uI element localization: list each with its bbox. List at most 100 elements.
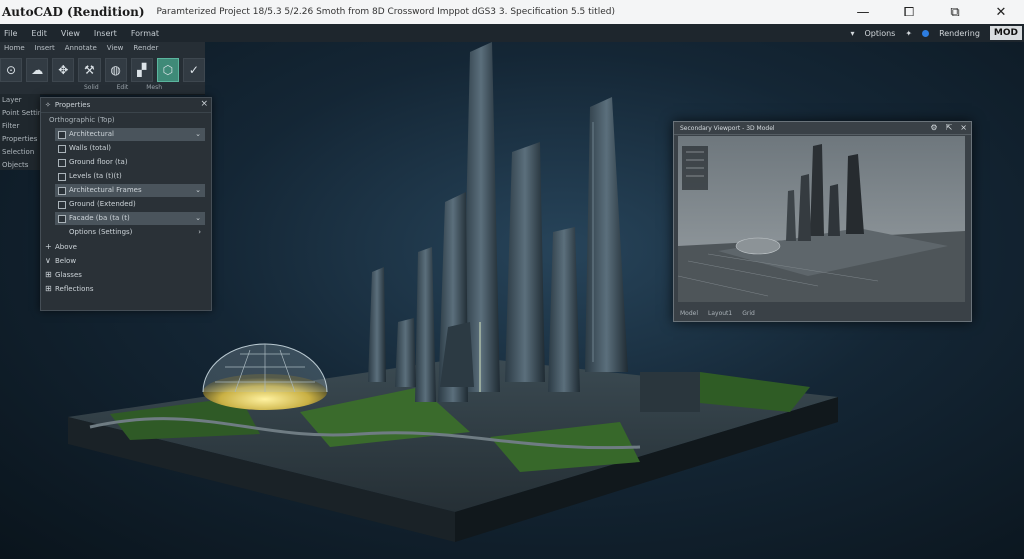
menu-right: ▾ Options ✦ Rendering MOD <box>850 24 1024 42</box>
checkbox-icon[interactable] <box>58 173 66 181</box>
palette-row[interactable]: Options (Settings) › <box>55 226 205 239</box>
tower-center <box>505 142 545 382</box>
restore-button[interactable]: ⧠ <box>886 0 932 24</box>
palette-row-label: Levels (ta (t)(t) <box>69 172 122 180</box>
secondary-viewport-window[interactable]: Secondary Viewport - 3D Model ⚙ ⇱ × Mode… <box>673 121 972 322</box>
tree-item[interactable]: ⊞ Glasses <box>41 268 211 282</box>
chevron-down-icon[interactable]: ⌄ <box>195 184 201 197</box>
left-list-item[interactable]: Point Settings <box>0 107 40 120</box>
building-block-right <box>640 372 700 412</box>
tree-item-label: Glasses <box>55 271 82 279</box>
chevron-down-icon[interactable]: ▾ <box>850 29 854 38</box>
palette-row[interactable]: Ground floor (ta) <box>55 156 205 169</box>
ribbon-labels: Solid Edit Mesh <box>0 82 205 91</box>
close-icon[interactable]: × <box>960 123 967 132</box>
checkbox-icon[interactable] <box>58 131 66 139</box>
menu-items: File Edit View Insert Format <box>0 29 159 38</box>
palette-row[interactable]: Walls (total) <box>55 142 205 155</box>
tab-annotate[interactable]: Annotate <box>65 44 97 52</box>
settings-icon[interactable]: ⚙ <box>930 123 937 132</box>
palette-title: Properties <box>54 101 91 109</box>
chevron-right-icon[interactable]: › <box>198 226 201 239</box>
palette-row[interactable]: Ground (Extended) <box>55 198 205 211</box>
left-list-item[interactable]: Properties <box>0 133 40 146</box>
status-tab-model[interactable]: Model <box>680 310 698 317</box>
ribbon-label-edit: Edit <box>116 84 129 91</box>
tower-right-tall <box>585 97 628 372</box>
palette-row[interactable]: Architectural Frames ⌄ <box>55 184 205 197</box>
menu-edit[interactable]: Edit <box>31 29 47 38</box>
menu-insert[interactable]: Insert <box>94 29 117 38</box>
tower-far-left <box>368 267 386 382</box>
checkbox-icon[interactable] <box>58 215 66 223</box>
palette-row[interactable]: Facade (ba (ta (t) ⌄ <box>55 212 205 225</box>
close-button[interactable]: ✕ <box>978 0 1024 24</box>
snapshot-button[interactable]: ⧉ <box>932 0 978 24</box>
left-list-item[interactable]: Filter <box>0 120 40 133</box>
chevron-down-icon[interactable]: ⌄ <box>195 212 201 225</box>
checkbox-icon[interactable] <box>58 201 66 209</box>
ribbon-label-solid: Solid <box>84 84 99 91</box>
tower-mid-right <box>548 227 580 392</box>
menu-file[interactable]: File <box>4 29 17 38</box>
subwin-render <box>677 136 965 302</box>
ribbon-label-mesh: Mesh <box>146 84 163 91</box>
blocks-icon[interactable]: ▞ <box>130 58 153 82</box>
rendering-menu[interactable]: Rendering <box>939 29 980 38</box>
pin-icon[interactable]: ⇱ <box>946 123 953 132</box>
left-list-item[interactable]: Layer <box>0 94 40 107</box>
menu-format[interactable]: Format <box>131 29 159 38</box>
render-icon[interactable]: ⬡ <box>156 58 179 82</box>
subwin-stage[interactable] <box>677 136 965 302</box>
chevron-down-icon[interactable]: ⌄ <box>195 128 201 141</box>
move-icon[interactable]: ✥ <box>52 58 75 82</box>
left-tool-list: Layer Point Settings Filter Properties S… <box>0 94 40 170</box>
palette-row-label: Architectural <box>69 130 114 138</box>
tree-item-label: Above <box>55 243 77 251</box>
status-grid-toggle[interactable]: Grid <box>742 310 755 317</box>
status-tab-layout[interactable]: Layout1 <box>708 310 732 317</box>
palette-row[interactable]: Architectural ⌄ <box>55 128 205 141</box>
collapse-icon[interactable]: ∨ <box>45 254 51 268</box>
palette-row-label: Walls (total) <box>69 144 111 152</box>
tower-slim-left <box>415 247 436 402</box>
tree-item[interactable]: + Above <box>41 240 211 254</box>
tree-item[interactable]: ⊞ Reflections <box>41 282 211 296</box>
title-bar: AutoCAD (Rendition) Paramterized Project… <box>0 0 1024 25</box>
cloud-icon[interactable]: ☁ <box>26 58 49 82</box>
palette-row-label: Facade (ba (ta (t) <box>69 214 130 222</box>
subwin-title: Secondary Viewport - 3D Model <box>680 124 775 132</box>
grid-icon: ⊞ <box>45 284 52 293</box>
checkbox-icon[interactable] <box>58 159 66 167</box>
grid-icon: ⊞ <box>45 270 52 279</box>
palette-row-label: Options (Settings) <box>69 228 133 236</box>
palette-row[interactable]: Levels (ta (t)(t) <box>55 170 205 183</box>
globe-icon[interactable]: ◍ <box>104 58 127 82</box>
app-title: AutoCAD (Rendition) <box>2 5 145 19</box>
menu-view[interactable]: View <box>61 29 80 38</box>
tab-home[interactable]: Home <box>4 44 25 52</box>
checkbox-icon[interactable] <box>58 187 66 195</box>
tree-item[interactable]: ∨ Below <box>41 254 211 268</box>
tab-insert[interactable]: Insert <box>35 44 55 52</box>
left-list-item[interactable]: Selection <box>0 146 40 159</box>
checkbox-icon[interactable] <box>58 145 66 153</box>
palette-icon: ✧ <box>45 101 51 109</box>
options-menu[interactable]: Options <box>864 29 895 38</box>
minimize-button[interactable]: — <box>840 0 886 24</box>
check-icon[interactable]: ✓ <box>182 58 205 82</box>
palette-row-label: Ground (Extended) <box>69 200 136 208</box>
left-list-item[interactable]: Objects <box>0 159 40 172</box>
palette-subtitle: Orthographic (Top) <box>49 116 115 124</box>
orbit-icon[interactable]: ⊙ <box>0 58 23 82</box>
tab-view[interactable]: View <box>107 44 124 52</box>
lightbulb-icon[interactable]: ✦ <box>905 29 912 38</box>
tower-small-left <box>395 318 416 387</box>
mode-badge[interactable]: MOD <box>989 26 1022 40</box>
close-icon[interactable]: × <box>200 99 208 109</box>
status-dot-icon <box>922 29 930 37</box>
tab-render[interactable]: Render <box>133 44 158 52</box>
tools-icon[interactable]: ⚒ <box>78 58 101 82</box>
expand-icon[interactable]: + <box>45 240 52 254</box>
ribbon-tabs: Home Insert Annotate View Render <box>0 42 205 54</box>
